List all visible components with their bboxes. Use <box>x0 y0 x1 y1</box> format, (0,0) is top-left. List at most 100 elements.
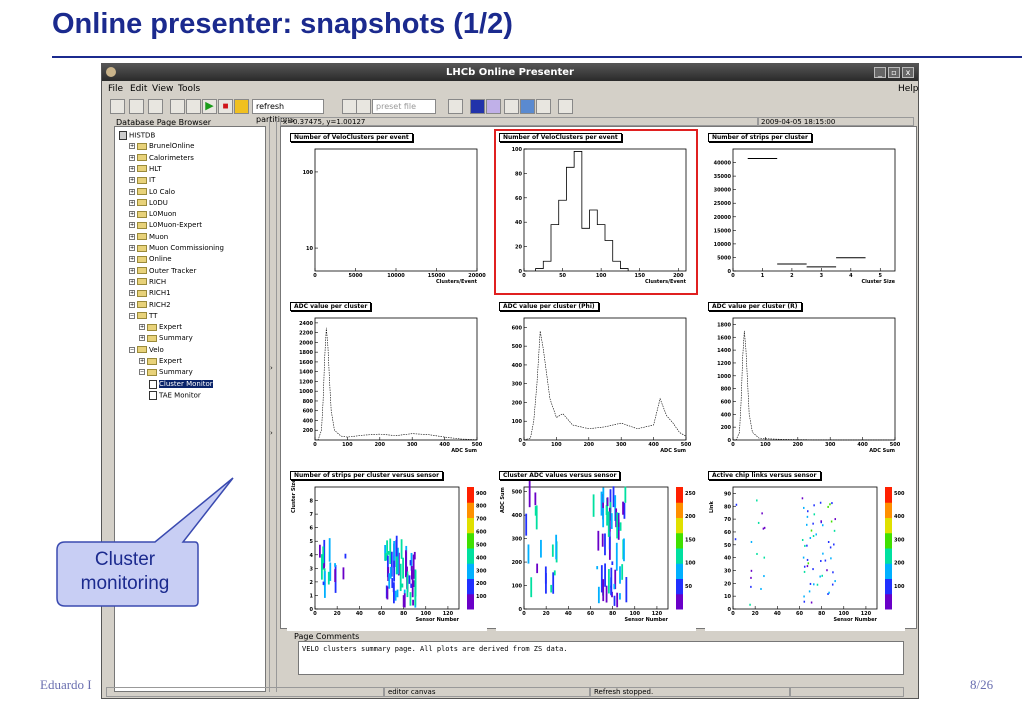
tree-item[interactable]: + Muon <box>129 233 168 242</box>
tree-item[interactable]: − Summary <box>139 368 193 377</box>
database-icon[interactable] <box>558 99 573 114</box>
histogram-pad[interactable]: 0 1 2 3 4 5 0 5000 10000 15000 20000 25000 30000 3500… <box>705 131 905 293</box>
expand-icon[interactable]: + <box>139 324 145 331</box>
expand-icon[interactable]: + <box>129 267 135 274</box>
histogram-pad[interactable]: 0 100 200 300 400 500 200 400 600 800 1000 1200 1400… <box>287 300 487 462</box>
y-tick-label: 0 <box>728 607 732 613</box>
tree-item[interactable]: + Expert <box>139 357 182 366</box>
color-icon[interactable] <box>470 99 485 114</box>
tree-item[interactable]: + L0 Calo <box>129 188 175 197</box>
histogram-pad[interactable]: 0 5000 10000 15000 20000 10 100 Number of VeloC… <box>287 131 487 293</box>
expand-icon[interactable]: + <box>129 165 135 172</box>
y-tick-label: 20000 <box>714 215 732 221</box>
y-tick-label: 1000 <box>717 374 731 380</box>
palette-cell <box>467 520 474 525</box>
expand-icon[interactable]: + <box>139 335 145 342</box>
page-icon[interactable] <box>448 99 463 114</box>
expand-icon[interactable]: + <box>139 358 145 364</box>
expand-icon[interactable]: + <box>129 177 135 184</box>
tree-item[interactable]: + Summary <box>139 334 193 343</box>
histogram-pad[interactable]: 0 100 200 300 400 500 0 200 400 600 800 1000 1200 140… <box>705 300 905 462</box>
expand-icon[interactable]: + <box>129 245 135 251</box>
palette-cell <box>467 566 474 570</box>
save-icon[interactable] <box>129 99 144 114</box>
expand-icon[interactable]: + <box>129 188 135 195</box>
histogram-pad[interactable]: 0 100 200 300 400 500 0 100 200 300 400 500 600 ADC v… <box>496 300 696 462</box>
y-tick-label: 400 <box>512 513 523 519</box>
collapse-icon[interactable]: − <box>129 346 135 353</box>
collapse-icon[interactable]: − <box>139 369 145 376</box>
expand-icon[interactable]: + <box>129 211 135 218</box>
comments-textarea[interactable]: VELO clusters summary page. All plots ar… <box>298 641 904 675</box>
menu-help[interactable]: Help <box>898 84 919 94</box>
tree-item[interactable]: + Calorimeters <box>129 154 194 163</box>
menu-tools[interactable]: Tools <box>178 84 200 94</box>
menu-view[interactable]: View <box>152 84 173 94</box>
heatmap-cell <box>810 529 813 532</box>
tree-item[interactable]: Cluster Monitor <box>149 379 213 389</box>
expand-icon[interactable]: + <box>129 199 135 206</box>
histogram-pad[interactable]: 0 20 40 60 80 100 120 0 1 2 3 4 5 6 7 8 100 200 300 400 500 6… <box>287 469 487 631</box>
close-button[interactable]: x <box>902 67 914 78</box>
heatmap-cell <box>812 535 815 538</box>
y-tick-label: 300 <box>512 382 523 388</box>
pencil-icon[interactable] <box>234 99 249 114</box>
expand-icon[interactable]: + <box>129 290 135 297</box>
y-tick-label: 40 <box>724 556 731 562</box>
preset-file-select[interactable]: preset file <box>372 99 436 114</box>
tree-item[interactable]: − TT <box>129 312 157 321</box>
open-icon[interactable] <box>110 99 125 114</box>
collapse-icon[interactable]: − <box>129 312 135 319</box>
inspect-icon[interactable] <box>536 99 551 114</box>
expand-icon[interactable]: + <box>129 154 135 161</box>
expand-icon[interactable]: + <box>129 278 135 285</box>
expand-icon[interactable]: + <box>129 143 135 150</box>
refresh-partitions-select[interactable]: refresh partitions <box>252 99 324 124</box>
tree-item[interactable]: + RICH <box>129 278 166 287</box>
next-icon[interactable] <box>356 99 371 114</box>
tree-item-label: L0DU <box>149 198 168 207</box>
tree-item[interactable]: + BrunelOnline <box>129 142 194 151</box>
tree-item[interactable]: + L0Muon <box>129 210 177 219</box>
editor-canvas[interactable]: 0 5000 10000 15000 20000 10 100 Number of VeloC… <box>280 126 917 631</box>
palette-cell <box>676 526 683 531</box>
histogram-pad[interactable]: 0 50 100 150 200 0 20 40 60 80 100 Number of VeloCl… <box>494 129 698 295</box>
palette-icon[interactable] <box>486 99 501 114</box>
minimize-button[interactable]: _ <box>874 67 886 78</box>
tree-item[interactable]: + L0DU <box>129 199 168 208</box>
tree-item[interactable]: + RICH1 <box>129 289 171 298</box>
tree-item[interactable]: TAE Monitor <box>149 390 201 400</box>
tree-item[interactable]: + Expert <box>139 323 182 332</box>
tree-item[interactable]: − Velo <box>129 346 164 355</box>
menu-edit[interactable]: Edit <box>130 84 147 94</box>
zoom-icon[interactable] <box>504 99 519 114</box>
collapse-arrow-icon[interactable]: › <box>270 364 273 372</box>
expand-arrow-icon[interactable]: › <box>270 429 273 437</box>
tree-item[interactable]: + RICH2 <box>129 301 171 310</box>
layout-icon[interactable] <box>170 99 185 114</box>
menu-file[interactable]: File <box>108 84 123 94</box>
info-icon[interactable] <box>520 99 535 114</box>
tree-item[interactable]: + HLT <box>129 165 161 174</box>
histogram-pad[interactable]: 0 20 40 60 80 100 120 0 100 200 300 400 500 50 100 150 2… <box>496 469 696 631</box>
maximize-button[interactable]: ▫ <box>888 67 900 78</box>
tree-item[interactable]: + IT <box>129 176 155 185</box>
window-titlebar[interactable]: LHCb Online Presenter _ ▫ x <box>102 64 918 81</box>
expand-icon[interactable]: + <box>129 256 135 263</box>
prev-icon[interactable] <box>342 99 357 114</box>
tree-item[interactable]: + Muon Commissioning <box>129 244 224 253</box>
expand-icon[interactable]: + <box>129 301 135 308</box>
tree-item[interactable]: HISTDB <box>119 131 155 140</box>
play-icon[interactable]: ▶ <box>202 99 217 114</box>
palette-label: 100 <box>685 561 696 567</box>
histogram-pad[interactable]: 0 20 40 60 80 100 120 0 10 20 30 40 50 60 70 80 90 100 200… <box>705 469 905 631</box>
expand-icon[interactable]: + <box>129 233 135 240</box>
expand-icon[interactable]: + <box>129 222 135 229</box>
stop-icon[interactable]: ■ <box>218 99 233 114</box>
tree-item[interactable]: + Online <box>129 255 172 264</box>
history-icon[interactable] <box>186 99 201 114</box>
tree-item[interactable]: + L0Muon-Expert <box>129 221 202 230</box>
tree-item[interactable]: + Outer Tracker <box>129 267 196 276</box>
pane-splitter[interactable] <box>269 118 277 692</box>
print-icon[interactable] <box>148 99 163 114</box>
